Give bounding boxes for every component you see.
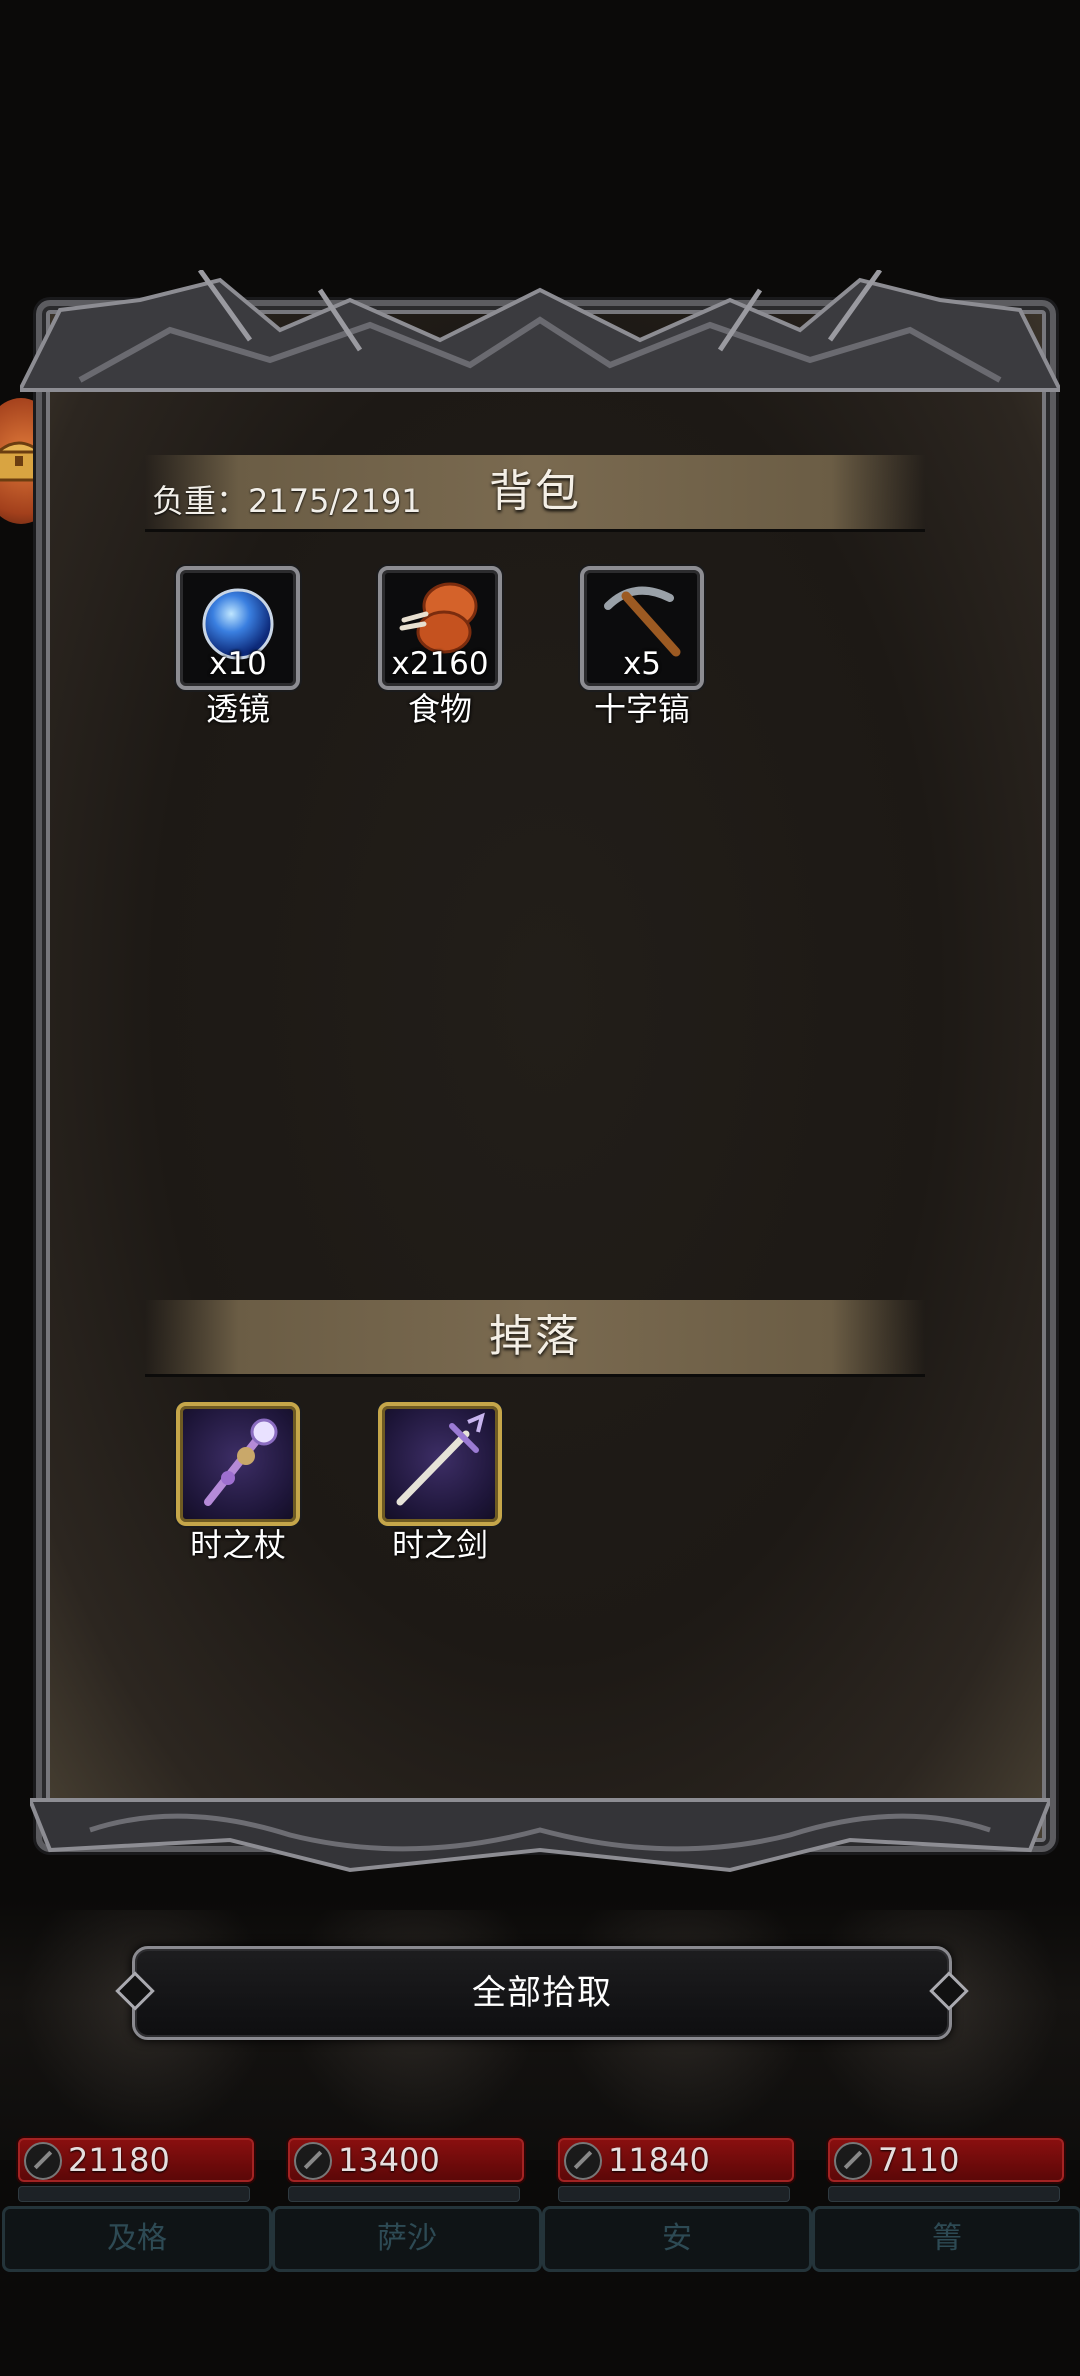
slot-frame: x5: [580, 566, 704, 690]
sword-badge-icon: [834, 2142, 872, 2180]
item-count: x10: [209, 646, 267, 682]
ornate-frame-bottom: [30, 1798, 1050, 1873]
party-sub-bar: [828, 2186, 1060, 2202]
staff-icon: [204, 1418, 278, 1506]
item-name: 十字镐: [593, 690, 690, 728]
sword-badge-icon: [564, 2142, 602, 2180]
slot-frame: [176, 1402, 300, 1526]
bag-slot-food[interactable]: x2160 食物: [378, 566, 502, 730]
drop-slot-staff[interactable]: 时之杖: [176, 1402, 300, 1566]
item-count: x2160: [391, 646, 489, 682]
slot-frame: x10: [176, 566, 300, 690]
item-name: 透镜: [205, 690, 270, 728]
hp-value: 21180: [68, 2141, 170, 2179]
party-hp-bar: 11840: [556, 2136, 796, 2184]
sword-icon: [396, 1412, 485, 1506]
pickup-all-button[interactable]: 全部拾取: [132, 1946, 952, 2040]
party-member-button[interactable]: 箐: [812, 2206, 1080, 2272]
drop-title: 掉落: [489, 1311, 581, 1362]
drop-header: 掉落: [145, 1300, 925, 1377]
item-name: 食物: [407, 690, 472, 728]
party-member-button[interactable]: 安: [542, 2206, 812, 2272]
bag-slot-pickaxe[interactable]: x5 十字镐: [580, 566, 704, 730]
item-count: x5: [622, 646, 662, 682]
party-sub-bar: [18, 2186, 250, 2202]
slot-frame: [378, 1402, 502, 1526]
ornate-frame-top: [20, 270, 1060, 392]
hp-value: 7110: [878, 2141, 960, 2179]
party-hp-bar: 13400: [286, 2136, 526, 2184]
inventory-panel: [36, 300, 1056, 1852]
item-name: 时之杖: [189, 1526, 286, 1564]
weight-label: 负重：2175/2191: [152, 482, 422, 520]
sword-badge-icon: [24, 2142, 62, 2180]
hp-value: 11840: [608, 2141, 710, 2179]
sword-badge-icon: [294, 2142, 332, 2180]
item-name: 时之剑: [391, 1526, 488, 1564]
party-sub-bar: [288, 2186, 520, 2202]
party-hp-bar: 21180: [16, 2136, 256, 2184]
slot-frame: x2160: [378, 566, 502, 690]
party-hp-bar: 7110: [826, 2136, 1066, 2184]
party-member-button[interactable]: 萨沙: [272, 2206, 542, 2272]
party-sub-bar: [558, 2186, 790, 2202]
drop-slot-sword[interactable]: 时之剑: [378, 1402, 502, 1566]
party-member-button[interactable]: 及格: [2, 2206, 272, 2272]
hp-value: 13400: [338, 2141, 440, 2179]
bag-slot-lens[interactable]: x10 透镜: [176, 566, 300, 730]
